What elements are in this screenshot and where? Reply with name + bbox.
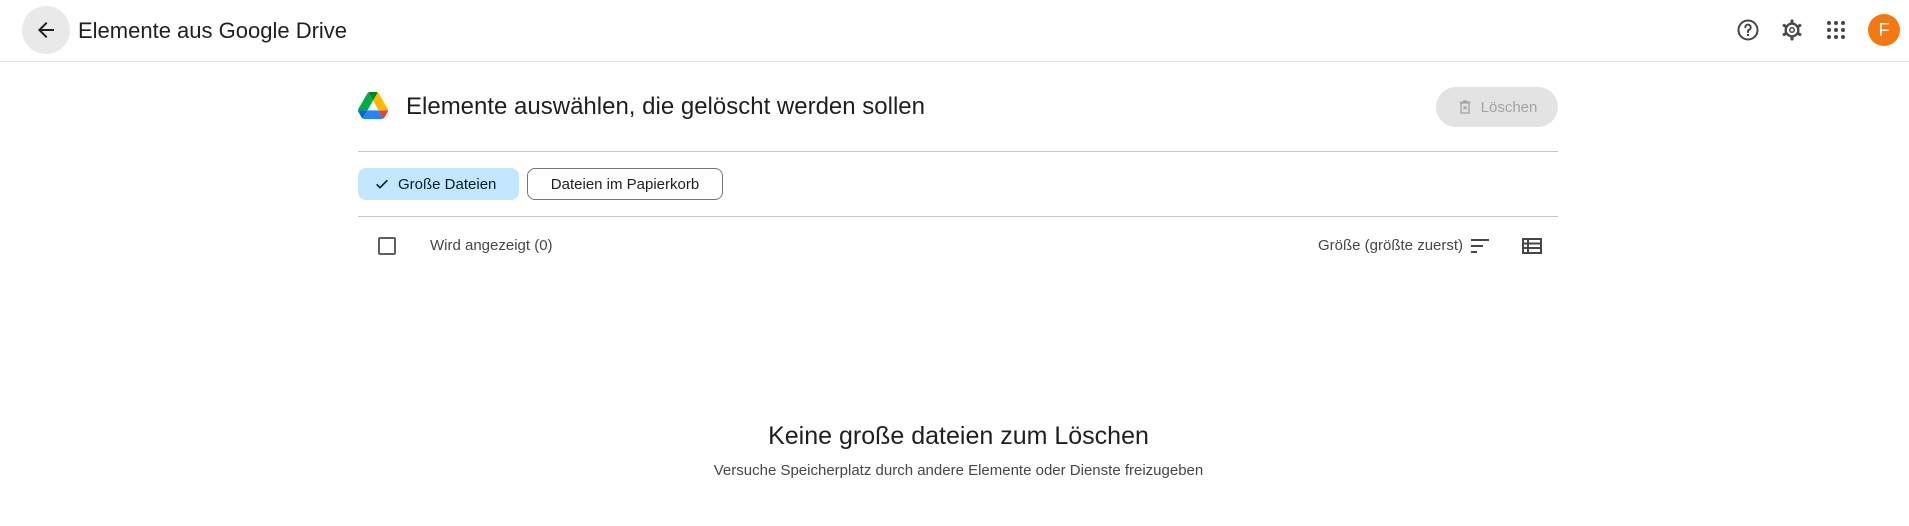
help-icon [1737, 19, 1759, 41]
sort-label[interactable]: Größe (größte zuerst) [1318, 237, 1463, 254]
sort-icon[interactable] [1468, 234, 1492, 258]
help-button[interactable] [1732, 14, 1764, 46]
filter-chip-label: Große Dateien [398, 175, 497, 193]
settings-button[interactable] [1776, 14, 1808, 46]
page-title: Elemente auswählen, die gelöscht werden … [406, 93, 925, 120]
list-header: Wird angezeigt (0) Größe (größte zuerst) [358, 228, 1558, 264]
divider [358, 151, 1558, 152]
delete-button[interactable]: Löschen [1436, 87, 1558, 127]
delete-icon [1459, 100, 1470, 114]
shown-count-label: Wird angezeigt (0) [430, 237, 553, 254]
filter-chip-label: Dateien im Papierkorb [550, 175, 700, 193]
filter-chip-large-files[interactable]: Große Dateien [358, 168, 519, 200]
check-icon [376, 179, 388, 189]
google-drive-logo-icon [358, 92, 388, 119]
list-view-icon[interactable] [1520, 234, 1544, 258]
select-all-checkbox[interactable] [378, 237, 396, 255]
divider [358, 216, 1558, 217]
filter-chip-trash-files[interactable]: Dateien im Papierkorb [527, 168, 723, 200]
app-title: Elemente aus Google Drive [78, 18, 348, 43]
empty-state-subtitle: Versuche Speicherplatz durch andere Elem… [713, 462, 1204, 479]
top-bar: Elemente aus Google Drive F [0, 0, 1909, 62]
back-button[interactable] [22, 6, 70, 54]
page-header: Elemente auswählen, die gelöscht werden … [358, 86, 1558, 127]
avatar[interactable]: F [1868, 14, 1900, 46]
empty-state-title: Keine große dateien zum Löschen [768, 422, 1149, 450]
apps-grid-icon [1827, 21, 1845, 39]
arrow-back-icon [38, 22, 54, 38]
apps-button[interactable] [1820, 14, 1852, 46]
settings-icon [1782, 19, 1802, 41]
delete-button-label: Löschen [1480, 98, 1538, 116]
